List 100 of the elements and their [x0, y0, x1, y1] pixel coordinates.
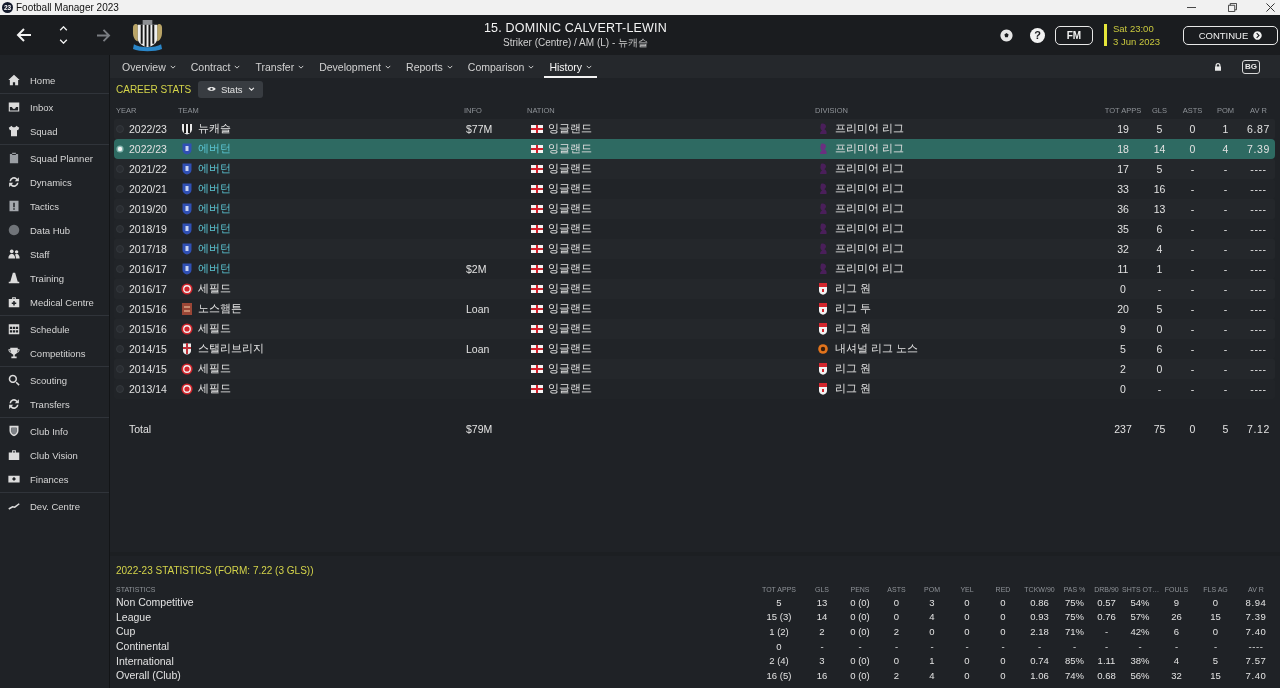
- flag-icon: [531, 365, 543, 373]
- tab[interactable]: Reports: [401, 55, 458, 78]
- team-name[interactable]: 세필드: [198, 382, 231, 396]
- tab[interactable]: Comparison: [462, 55, 540, 78]
- team-name[interactable]: 뉴캐슬: [198, 122, 231, 136]
- table-row[interactable]: 2014/15 세필드 잉글랜드 리그 원 2 0 - - ----: [114, 359, 1275, 379]
- nation-name[interactable]: 잉글랜드: [548, 122, 592, 136]
- fm-button[interactable]: FM: [1055, 25, 1093, 45]
- division-name[interactable]: 리그 원: [835, 322, 871, 336]
- team-name[interactable]: 에버턴: [198, 222, 231, 236]
- team-name[interactable]: 노스햄튼: [198, 302, 242, 316]
- sidebar-item[interactable]: Staff: [0, 242, 109, 266]
- minimize-icon[interactable]: [1187, 7, 1196, 8]
- help-button[interactable]: ?: [1030, 27, 1045, 43]
- table-row[interactable]: 2017/18 에버턴 잉글랜드 프리미어 리그 32 4 - - ----: [114, 239, 1275, 259]
- sidebar-item[interactable]: Competitions: [0, 341, 109, 365]
- team-name[interactable]: 에버턴: [198, 242, 231, 256]
- football-icon[interactable]: [1000, 28, 1013, 42]
- division-name[interactable]: 리그 원: [835, 382, 871, 396]
- season-text: 2021/22: [129, 163, 167, 175]
- nation-name[interactable]: 잉글랜드: [548, 162, 592, 176]
- division-name[interactable]: 프리미어 리그: [835, 222, 904, 236]
- stat-value: -: [1174, 640, 1179, 652]
- table-row[interactable]: 2015/16 세필드 잉글랜드 리그 원 9 0 - - ----: [114, 319, 1275, 339]
- rating-value: ----: [1250, 303, 1267, 315]
- team-name[interactable]: 세필드: [198, 362, 231, 376]
- sidebar-item[interactable]: Transfers: [0, 392, 109, 416]
- close-icon[interactable]: [1266, 3, 1275, 12]
- chevron-down-icon[interactable]: [59, 39, 68, 44]
- table-row[interactable]: 2019/20 에버턴 잉글랜드 프리미어 리그 36 13 - - ----: [114, 199, 1275, 219]
- magnifier-icon: [8, 374, 20, 386]
- nation-name[interactable]: 잉글랜드: [548, 182, 592, 196]
- restore-icon[interactable]: [1228, 3, 1237, 12]
- sidebar-item[interactable]: Finances: [0, 467, 109, 491]
- goals-value: 0: [1156, 323, 1163, 335]
- sidebar-item[interactable]: Home: [0, 68, 109, 92]
- team-name[interactable]: 에버턴: [198, 262, 231, 276]
- division-name[interactable]: 프리미어 리그: [835, 182, 904, 196]
- nation-name[interactable]: 잉글랜드: [548, 282, 592, 296]
- sidebar-item[interactable]: Schedule: [0, 317, 109, 341]
- sidebar-item[interactable]: Dev. Centre: [0, 494, 109, 518]
- division-name[interactable]: 프리미어 리그: [835, 162, 904, 176]
- stat-value: 32: [1171, 669, 1182, 681]
- table-row[interactable]: 2021/22 에버턴 잉글랜드 프리미어 리그 17 5 - - ----: [114, 159, 1275, 179]
- nation-name[interactable]: 잉글랜드: [548, 222, 592, 236]
- sidebar-item[interactable]: Club Info: [0, 419, 109, 443]
- division-name[interactable]: 프리미어 리그: [835, 262, 904, 276]
- division-name[interactable]: 프리미어 리그: [835, 122, 904, 136]
- stat-value: 74%: [1065, 669, 1084, 681]
- table-row[interactable]: 2022/23 뉴캐슬 $77M 잉글랜드 프리미어 리그 19 5 0 1 6.87: [114, 119, 1275, 139]
- table-row[interactable]: 2022/23 에버턴 잉글랜드 프리미어 리그 18 14 0 4 7.39: [114, 139, 1275, 159]
- sidebar-item[interactable]: Inbox: [0, 95, 109, 119]
- nation-name[interactable]: 잉글랜드: [548, 142, 592, 156]
- radio-icon[interactable]: [116, 145, 124, 153]
- goals-value: 6: [1156, 223, 1163, 235]
- sidebar-item[interactable]: Squad: [0, 119, 109, 143]
- sidebar-item[interactable]: Tactics: [0, 194, 109, 218]
- background-toggle[interactable]: BG: [1242, 59, 1260, 74]
- division-name[interactable]: 리그 원: [835, 282, 871, 296]
- chevron-up-icon[interactable]: [59, 26, 68, 31]
- flag-icon: [531, 145, 543, 153]
- padlock-icon[interactable]: [1214, 62, 1222, 71]
- division-name[interactable]: 내셔널 리그 노스: [835, 342, 918, 356]
- division-name[interactable]: 리그 투: [835, 302, 871, 316]
- tab[interactable]: Development: [314, 55, 397, 78]
- nation-name[interactable]: 잉글랜드: [548, 322, 592, 336]
- tab[interactable]: Transfer: [250, 55, 310, 78]
- sidebar-item[interactable]: Data Hub: [0, 218, 109, 242]
- team-name[interactable]: 세필드: [198, 282, 231, 296]
- nation-name[interactable]: 잉글랜드: [548, 362, 592, 376]
- continue-button[interactable]: CONTINUE: [1183, 25, 1278, 45]
- table-row[interactable]: 2016/17 세필드 잉글랜드 리그 원 0 - - - ----: [114, 279, 1275, 299]
- view-dropdown[interactable]: Stats: [198, 80, 264, 98]
- team-name[interactable]: 에버턴: [198, 162, 231, 176]
- forward-arrow-icon[interactable]: [96, 28, 111, 42]
- division-name[interactable]: 프리미어 리그: [835, 142, 904, 156]
- nation-name[interactable]: 잉글랜드: [548, 302, 592, 316]
- nation-name[interactable]: 잉글랜드: [548, 342, 592, 356]
- back-arrow-icon[interactable]: [16, 28, 32, 42]
- sidebar-item[interactable]: Squad Planner: [0, 146, 109, 170]
- team-name[interactable]: 에버턴: [198, 202, 231, 216]
- nation-name[interactable]: 잉글랜드: [548, 202, 592, 216]
- team-name[interactable]: 세필드: [198, 322, 231, 336]
- sidebar-item[interactable]: Dynamics: [0, 170, 109, 194]
- stat-value: 15 (3): [766, 611, 792, 623]
- division-name[interactable]: 프리미어 리그: [835, 202, 904, 216]
- team-name[interactable]: 스탤리브리지: [198, 342, 264, 356]
- sidebar-item[interactable]: Club Vision: [0, 443, 109, 467]
- division-name[interactable]: 리그 원: [835, 362, 871, 376]
- people-icon: [8, 248, 20, 260]
- tab[interactable]: Overview: [117, 55, 181, 78]
- team-name[interactable]: 에버턴: [198, 182, 231, 196]
- division-name[interactable]: 프리미어 리그: [835, 242, 904, 256]
- sidebar-item[interactable]: Training: [0, 266, 109, 290]
- sidebar-item[interactable]: Medical Centre: [0, 290, 109, 314]
- sidebar-item[interactable]: Scouting: [0, 368, 109, 392]
- nation-name[interactable]: 잉글랜드: [548, 242, 592, 256]
- nation-name[interactable]: 잉글랜드: [548, 382, 592, 396]
- tab[interactable]: Contract: [185, 55, 246, 78]
- nation-name[interactable]: 잉글랜드: [548, 262, 592, 276]
